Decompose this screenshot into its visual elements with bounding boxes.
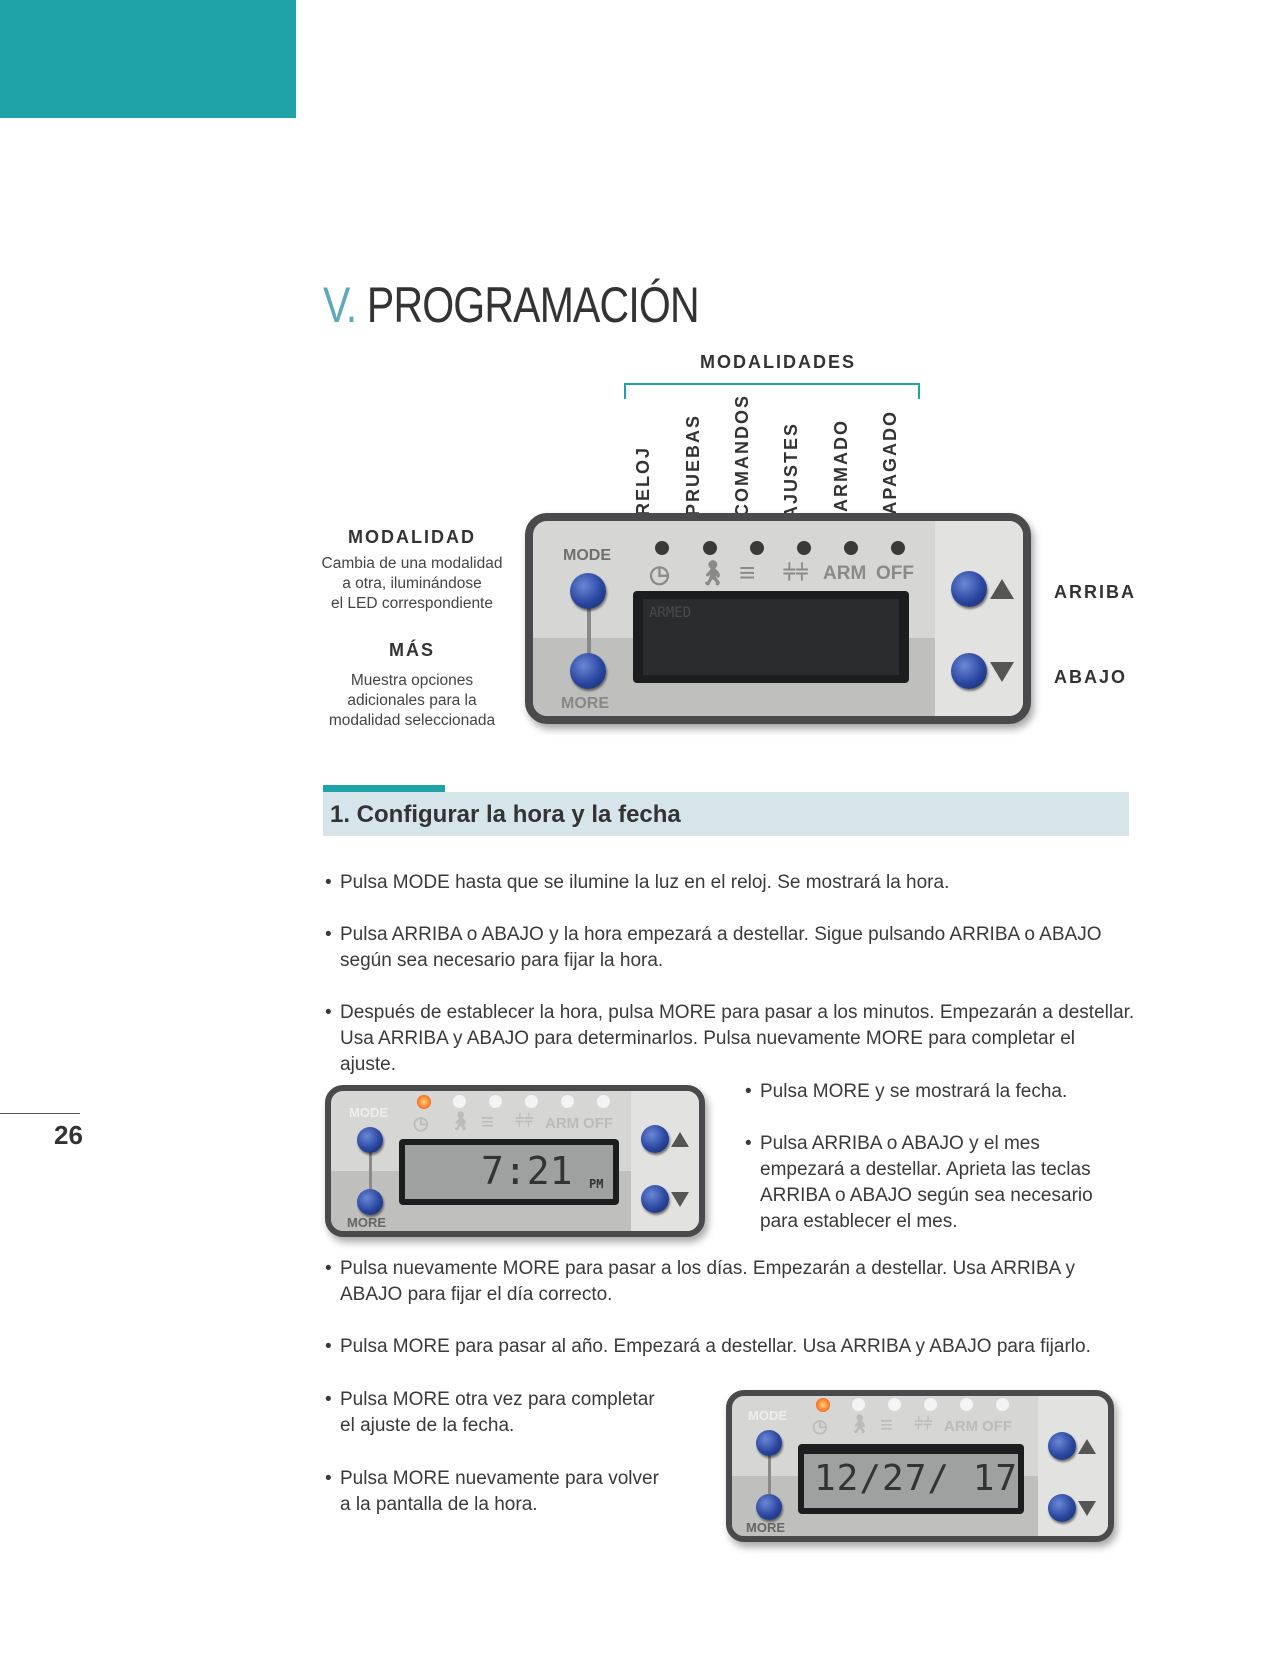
mas-description: Muestra opciones adicionales para la mod… <box>328 672 496 729</box>
led-reloj-lit <box>417 1095 431 1109</box>
mode-label-pruebas: PRUEBAS <box>683 414 703 517</box>
bullet-item: • Pulsa MORE otra vez para completar el aj… <box>325 1389 655 1436</box>
bullet-item: • Pulsa MORE para pasar al año. Empezará … <box>325 1336 1091 1357</box>
page-title: V. PROGRAMACIÓN <box>323 276 700 334</box>
abajo-label: ABAJO <box>1054 667 1128 687</box>
bars-icon: ≡ <box>880 1412 893 1437</box>
sliders-icon: ⫩⫩ <box>914 1416 933 1433</box>
sliders-icon: ⫩⫩ <box>515 1113 534 1130</box>
page-number-rule <box>0 1113 80 1114</box>
mode-label-apagado: APAGADO <box>880 410 900 515</box>
sliders-icon: ⫩⫩ <box>783 560 809 585</box>
more-button[interactable] <box>570 653 606 689</box>
mode-label-ajustes: AJUSTES <box>781 422 801 520</box>
lcd-date: 12/27/ 17 <box>814 1458 1019 1499</box>
mode-label-armado: ARMADO <box>831 419 851 512</box>
mode-button[interactable] <box>357 1127 383 1153</box>
section-accent-bar <box>323 785 445 792</box>
off-text: OFF <box>876 563 914 584</box>
lcd-text: ARMED <box>649 605 692 621</box>
abajo-button[interactable] <box>1048 1494 1076 1522</box>
mode-text: MODE <box>349 1105 388 1120</box>
keypad-panel-time: MODE MORE ◷ 🚶︎ ≡ ⫩⫩ ARM OFF 7:21 PM <box>325 1085 705 1237</box>
down-arrow-icon <box>990 662 1014 682</box>
mode-text: MODE <box>748 1408 787 1423</box>
bars-icon: ≡ <box>481 1109 494 1134</box>
corner-color-block <box>0 0 296 118</box>
bars-icon: ≡ <box>739 557 756 588</box>
arriba-button[interactable] <box>951 571 987 607</box>
bullet-item: • Pulsa MORE y se mostrará la fecha. <box>745 1081 1068 1102</box>
modalidades-bracket <box>624 383 920 399</box>
section-title: 1. Configurar la hora y la fecha <box>330 801 681 828</box>
modalidades-heading: MODALIDADES <box>700 352 856 372</box>
mas-heading: MÁS <box>389 640 435 660</box>
mode-button[interactable] <box>756 1430 782 1456</box>
more-text: MORE <box>561 695 609 712</box>
led-comandos <box>750 541 764 555</box>
bullet-item: • Pulsa ARRIBA o ABAJO y el mes empezará a… <box>745 1133 1093 1232</box>
lcd-screen: ARMED <box>633 591 909 683</box>
mode-label-reloj: RELOJ <box>633 446 653 517</box>
bullet-item: • Pulsa nuevamente MORE para pasar a los … <box>325 1258 1076 1305</box>
arriba-button[interactable] <box>641 1125 669 1153</box>
clock-icon: ◷ <box>413 1113 429 1133</box>
more-text: MORE <box>746 1520 785 1535</box>
more-button[interactable] <box>756 1494 782 1520</box>
more-button[interactable] <box>357 1189 383 1215</box>
walking-person-icon: 🚶︎ <box>449 1111 472 1131</box>
led-reloj-lit <box>816 1398 830 1412</box>
arm-text: ARM <box>545 1115 580 1132</box>
bullet-item: • Pulsa MORE nuevamente para volver a la p… <box>325 1468 659 1515</box>
arm-text: ARM <box>944 1418 979 1435</box>
up-arrow-icon <box>990 579 1014 599</box>
title-number: V. <box>323 277 357 333</box>
modalidad-heading: MODALIDAD <box>348 527 476 547</box>
down-arrow-icon <box>1078 1501 1096 1516</box>
page-number: 26 <box>54 1120 83 1150</box>
mode-text: MODE <box>563 547 611 564</box>
lcd-time: 7:21 <box>481 1149 573 1193</box>
abajo-button[interactable] <box>951 653 987 689</box>
lcd-screen: 7:21 PM <box>399 1139 619 1205</box>
walking-person-icon: 🚶︎ <box>848 1414 871 1434</box>
keypad-panel-main: MODE MORE ◷ 🚶︎ ≡ ⫩⫩ ARM OFF ARMED <box>525 513 1031 724</box>
arm-text: ARM <box>823 563 867 584</box>
down-arrow-icon <box>671 1192 689 1207</box>
more-text: MORE <box>347 1215 386 1230</box>
lcd-screen: 12/27/ 17 <box>798 1444 1024 1514</box>
title-text: PROGRAMACIÓN <box>366 277 700 333</box>
lcd-pm: PM <box>589 1177 604 1191</box>
clock-icon: ◷ <box>649 561 670 588</box>
off-text: OFF <box>583 1115 613 1132</box>
abajo-button[interactable] <box>641 1185 669 1213</box>
led-pruebas <box>703 541 717 555</box>
mode-label-comandos: COMANDOS <box>732 394 752 517</box>
arriba-button[interactable] <box>1048 1432 1076 1460</box>
modalidad-description: Cambia de una modalidad a otra, iluminán… <box>321 555 503 612</box>
led-reloj <box>655 541 669 555</box>
up-arrow-icon <box>1078 1439 1096 1454</box>
bullet-item: • Pulsa ARRIBA o ABAJO y la hora empezará… <box>325 924 1102 971</box>
off-text: OFF <box>982 1418 1012 1435</box>
walking-person-icon: 🚶︎ <box>697 560 728 587</box>
clock-icon: ◷ <box>812 1416 828 1436</box>
keypad-panel-date: MODE MORE ◷ 🚶︎ ≡ ⫩⫩ ARM OFF 12/27/ 17 <box>726 1390 1114 1542</box>
mode-button[interactable] <box>570 573 606 609</box>
up-arrow-icon <box>671 1132 689 1147</box>
led-ajustes <box>797 541 811 555</box>
bullet-item: • Pulsa MODE hasta que se ilumine la luz … <box>325 872 950 893</box>
arriba-label: ARRIBA <box>1054 582 1136 602</box>
bullet-item: • Después de establecer la hora, pulsa MO… <box>325 1002 1135 1075</box>
led-apagado <box>891 541 905 555</box>
led-armado <box>844 541 858 555</box>
